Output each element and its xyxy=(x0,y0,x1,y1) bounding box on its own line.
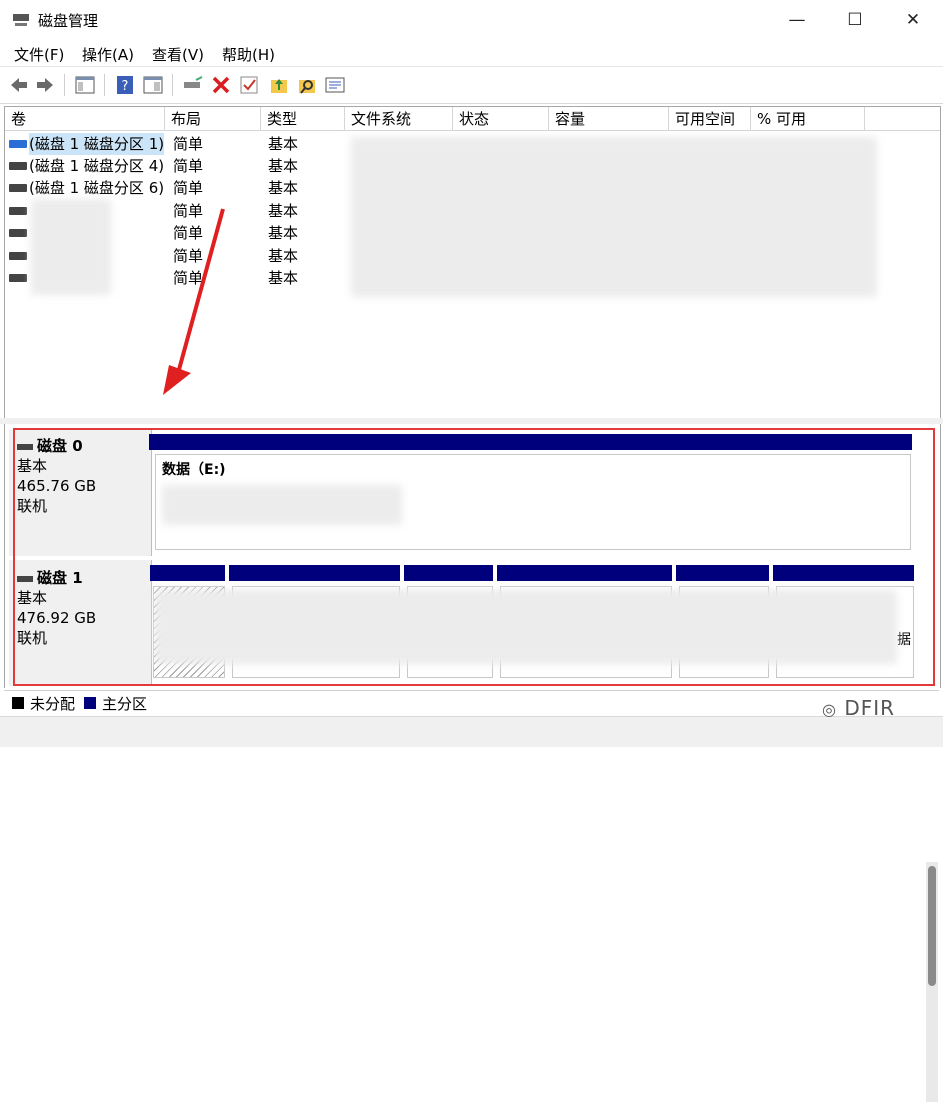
toolbar-separator xyxy=(64,74,65,96)
search-folder-icon[interactable] xyxy=(296,74,318,96)
redacted-region xyxy=(31,199,111,295)
console-tree-icon[interactable] xyxy=(74,74,96,96)
volume-layout: 简单 xyxy=(173,157,204,175)
annotation-arrow xyxy=(163,208,225,395)
volume-type: 基本 xyxy=(268,157,299,175)
legend-swatch-primary xyxy=(84,697,96,709)
legend-swatch-unallocated xyxy=(12,697,24,709)
disk-volume-icon xyxy=(9,207,27,215)
column-filesystem[interactable]: 文件系统 xyxy=(345,107,453,131)
disk-management-icon xyxy=(13,14,29,26)
annotation-highlight-box xyxy=(13,428,935,686)
watermark-text: DFIR xyxy=(844,696,896,720)
properties-icon[interactable] xyxy=(324,74,346,96)
folder-up-icon[interactable] xyxy=(268,74,290,96)
menu-action[interactable]: 操作(A) xyxy=(82,44,134,65)
toolbar-separator xyxy=(104,74,105,96)
disk-volume-icon xyxy=(9,229,27,237)
volume-type: 基本 xyxy=(268,135,299,153)
disk-volume-icon xyxy=(9,162,27,170)
svg-text:?: ? xyxy=(122,79,129,94)
volume-list: 卷 布局 类型 文件系统 状态 容量 可用空间 % 可用 (磁盘 1 磁盘分区 … xyxy=(4,106,941,420)
volume-type: 基本 xyxy=(268,224,299,242)
volume-layout: 简单 xyxy=(173,179,204,197)
volume-type: 基本 xyxy=(268,202,299,220)
help-icon[interactable]: ? xyxy=(114,74,136,96)
disk-volume-icon xyxy=(9,252,27,260)
title-bar: 磁盘管理 — ☐ ✕ xyxy=(0,0,943,40)
maximize-button[interactable]: ☐ xyxy=(826,0,884,40)
status-bar xyxy=(0,716,943,747)
column-capacity[interactable]: 容量 xyxy=(549,107,669,131)
disk-volume-icon xyxy=(9,274,27,282)
minimize-button[interactable]: — xyxy=(768,0,826,40)
disk-volume-icon xyxy=(9,140,27,148)
menu-file[interactable]: 文件(F) xyxy=(14,44,64,65)
volume-name: (磁盘 1 磁盘分区 1) xyxy=(29,133,165,155)
scrollbar-thumb[interactable] xyxy=(928,866,936,986)
legend: 未分配 主分区 xyxy=(4,690,939,715)
volume-name: (磁盘 1 磁盘分区 6) xyxy=(29,179,165,197)
legend-primary: 主分区 xyxy=(102,695,148,713)
column-percent-free[interactable]: % 可用 xyxy=(751,107,865,131)
column-free-space[interactable]: 可用空间 xyxy=(669,107,751,131)
back-arrow-icon[interactable] xyxy=(8,74,30,96)
menu-bar: 文件(F) 操作(A) 查看(V) 帮助(H) xyxy=(0,40,943,66)
watermark: ◎ DFIR xyxy=(822,696,895,720)
forward-arrow-icon[interactable] xyxy=(34,74,56,96)
legend-unallocated: 未分配 xyxy=(30,695,76,713)
volume-type: 基本 xyxy=(268,179,299,197)
close-button[interactable]: ✕ xyxy=(884,0,942,40)
column-status[interactable]: 状态 xyxy=(453,107,549,131)
toolbar: ? xyxy=(0,66,943,104)
column-type[interactable]: 类型 xyxy=(261,107,345,131)
toolbar-separator xyxy=(172,74,173,96)
delete-icon[interactable] xyxy=(210,74,232,96)
menu-view[interactable]: 查看(V) xyxy=(152,44,204,65)
volume-type: 基本 xyxy=(268,247,299,265)
vertical-scrollbar[interactable] xyxy=(926,862,938,1102)
column-filler xyxy=(865,107,940,131)
view-icon[interactable] xyxy=(142,74,164,96)
volume-type: 基本 xyxy=(268,269,299,287)
window-title: 磁盘管理 xyxy=(38,12,99,30)
menu-help[interactable]: 帮助(H) xyxy=(222,44,275,65)
volume-name: (磁盘 1 磁盘分区 4) xyxy=(29,157,165,175)
column-volume[interactable]: 卷 xyxy=(5,107,165,131)
check-icon[interactable] xyxy=(238,74,260,96)
volume-layout: 简单 xyxy=(173,135,204,153)
column-layout[interactable]: 布局 xyxy=(165,107,261,131)
disk-volume-icon xyxy=(9,184,27,192)
wechat-icon: ◎ xyxy=(822,700,837,719)
connect-drive-icon[interactable] xyxy=(182,74,204,96)
redacted-region xyxy=(351,137,877,297)
